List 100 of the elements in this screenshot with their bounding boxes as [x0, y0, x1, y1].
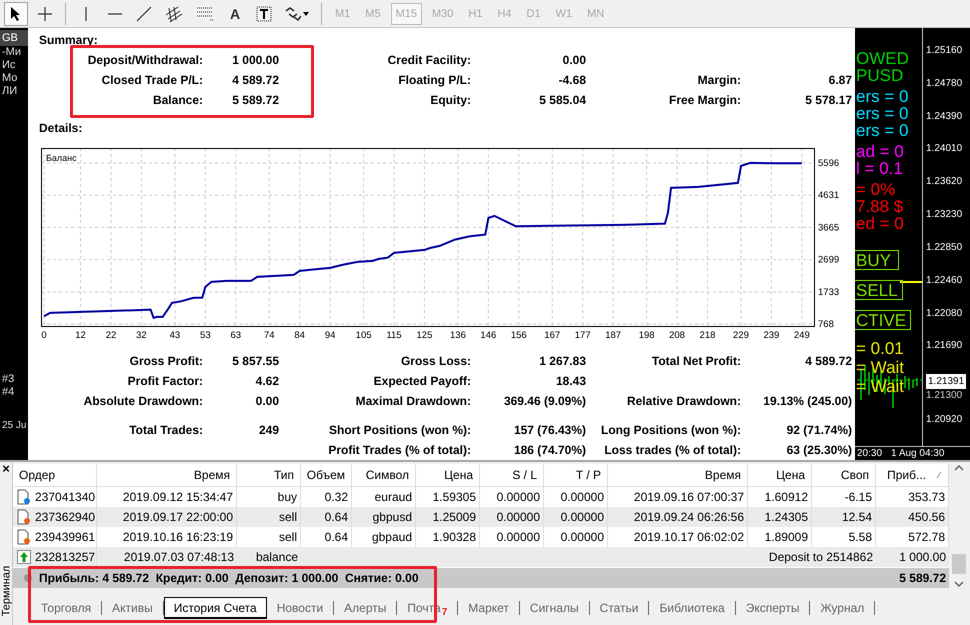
table-cell: 239439961 — [35, 530, 96, 544]
column-header[interactable]: S / L — [512, 468, 537, 482]
stat-value: 186 (74.70%) — [512, 443, 586, 457]
column-header[interactable]: Ордер — [19, 468, 56, 482]
column-header[interactable]: Приб... — [887, 468, 926, 482]
table-cell: gbpusd — [352, 507, 416, 527]
tab[interactable]: Журнал — [810, 601, 876, 615]
tab[interactable]: Торговля — [31, 601, 102, 615]
indicator-text: 7.88 $ — [855, 198, 904, 215]
time-axis-label: 20:30 — [857, 447, 882, 460]
table-cell-text: Deposit to 2514862 — [768, 549, 874, 566]
tab[interactable]: Маркет — [458, 601, 520, 615]
axis-tick-label: 0 — [41, 330, 47, 341]
table-cell-text: 1 000.00 — [898, 549, 947, 566]
diagonal-line-icon — [136, 6, 152, 22]
axis-tick-label: 125 — [416, 330, 432, 341]
table-cell: 0.00000 — [544, 507, 608, 527]
column-header[interactable]: Своп — [840, 468, 869, 482]
indicator-text: PUSD — [855, 67, 904, 84]
axis-tick-label: 43 — [170, 330, 180, 341]
axis-tick-label: 156 — [510, 330, 527, 341]
tab[interactable]: Сигналы — [520, 601, 590, 615]
tab[interactable]: Алерты — [334, 601, 398, 615]
column-header[interactable]: Время — [194, 468, 230, 482]
column-header[interactable]: T / P — [576, 468, 601, 482]
axis-tick-label: 53 — [200, 330, 211, 341]
table-cell: 1.24305 — [748, 507, 812, 527]
tab[interactable]: Библиотека — [649, 601, 736, 615]
price-axis-label: 1.23230 — [925, 208, 962, 222]
tab[interactable]: Эксперты — [736, 601, 810, 615]
order-marker-label: #4 — [1, 386, 16, 399]
column-header[interactable]: Тип — [274, 468, 294, 482]
column-header[interactable]: Цена — [444, 468, 473, 482]
chart-legend: Баланс — [46, 153, 77, 163]
stat-label: Closed Trade P/L: — [100, 73, 203, 87]
vertical-line-icon — [84, 6, 88, 22]
indicator-text: ers = 0 — [855, 105, 908, 122]
indicator-text: ers = 0 — [855, 122, 908, 139]
horizontal-line-icon — [107, 12, 123, 16]
table-cell: 0.00000 — [480, 507, 544, 527]
time-axis-label: 1 Aug 04:30 — [891, 447, 944, 460]
scrollbar[interactable] — [951, 464, 967, 588]
column-header[interactable]: Цена — [776, 468, 805, 482]
table-cell: 2019.09.24 06:26:56 — [608, 507, 748, 527]
tab[interactable]: История Счета — [164, 597, 267, 619]
chart-label: GB — [0, 30, 28, 46]
price-axis-label: 1.25160 — [925, 44, 962, 58]
column-header[interactable]: Время — [704, 468, 741, 482]
price-axis-label: 1.24780 — [925, 76, 962, 91]
scrollbar-thumb[interactable] — [952, 554, 966, 574]
trade-button[interactable]: CTIVE — [855, 310, 912, 330]
up-arrow-icon — [17, 550, 31, 564]
stat-value: 0.00 — [254, 394, 279, 408]
channel-icon — [165, 4, 183, 22]
column-header[interactable]: Символ — [366, 468, 409, 482]
stat-value: 5 857.55 — [231, 354, 279, 368]
stat-value: 4 589.72 — [804, 354, 852, 368]
table-cell-text: balance — [254, 549, 299, 566]
price-axis-label: 1.22460 — [925, 274, 962, 288]
stat-value: 369.46 (9.09%) — [502, 394, 586, 408]
stat-label: Balance: — [152, 93, 203, 107]
table-row[interactable]: 237362940 2019.09.17 22:00:00 sell 0.64 gbpusd 1.25009 0.00000 0.00000 2019.09.24 06:26:56 1.24305 12.54 450.56 — [13, 507, 949, 527]
axis-tick-label: 3665 — [818, 222, 840, 234]
indicator-text: ers = 0 — [855, 88, 908, 105]
axis-tick-label: 768 — [818, 319, 834, 330]
axis-tick-label: 84 — [294, 330, 305, 341]
stat-label: Profit Trades (% of total): — [327, 443, 471, 457]
table-cell-text: 2019.07.03 07:48:13 — [122, 549, 235, 566]
stat-value: 18.43 — [554, 374, 586, 388]
section-title: Summary: — [39, 33, 99, 47]
table-cell: 232813257 — [35, 550, 96, 564]
table-cell: 237362940 — [35, 510, 96, 524]
indicator-text: ad = 0 — [855, 143, 904, 160]
tab[interactable]: Новости — [266, 601, 334, 615]
table-cell: sell — [237, 507, 301, 527]
trade-button[interactable]: BUY — [855, 250, 899, 270]
axis-tick-label: 239 — [763, 330, 780, 341]
stat-label: Gross Loss: — [400, 354, 471, 368]
totals-text: Прибыль: 4 589.72 Кредит: 0.00 Депозит: 1 000.00 Снятие: 0.00 — [39, 571, 418, 585]
price-line — [900, 281, 922, 283]
tab[interactable]: Статьи — [590, 601, 650, 615]
axis-tick-label: 1733 — [818, 286, 840, 298]
price-axis-label: 1.22080 — [925, 306, 962, 320]
stat-label: Profit Factor: — [126, 374, 203, 388]
table-row[interactable]: 232813257 2019.07.03 07:48:13 balance Deposit to 2514862 1 000.00 — [13, 547, 949, 567]
trade-button[interactable]: SELL — [855, 280, 903, 300]
axis-tick-label: 5596 — [818, 158, 840, 170]
text-tool-button[interactable]: A — [223, 2, 247, 26]
close-button[interactable]: × — [2, 462, 10, 476]
cursor-tool-button[interactable] — [4, 2, 28, 26]
stat-label: Floating P/L: — [397, 73, 471, 87]
stat-value: 5 578.17 — [804, 93, 852, 107]
panel-title: Терминал — [0, 566, 12, 616]
circle-icon — [23, 573, 33, 583]
arrows-icon — [285, 6, 301, 20]
stat-label: Margin: — [696, 73, 741, 87]
stat-label: Loss trades (% of total): — [603, 443, 741, 457]
column-header[interactable]: Объем — [306, 468, 345, 482]
axis-tick-label: 2699 — [818, 254, 840, 266]
axis-tick-label: 249 — [794, 330, 810, 341]
